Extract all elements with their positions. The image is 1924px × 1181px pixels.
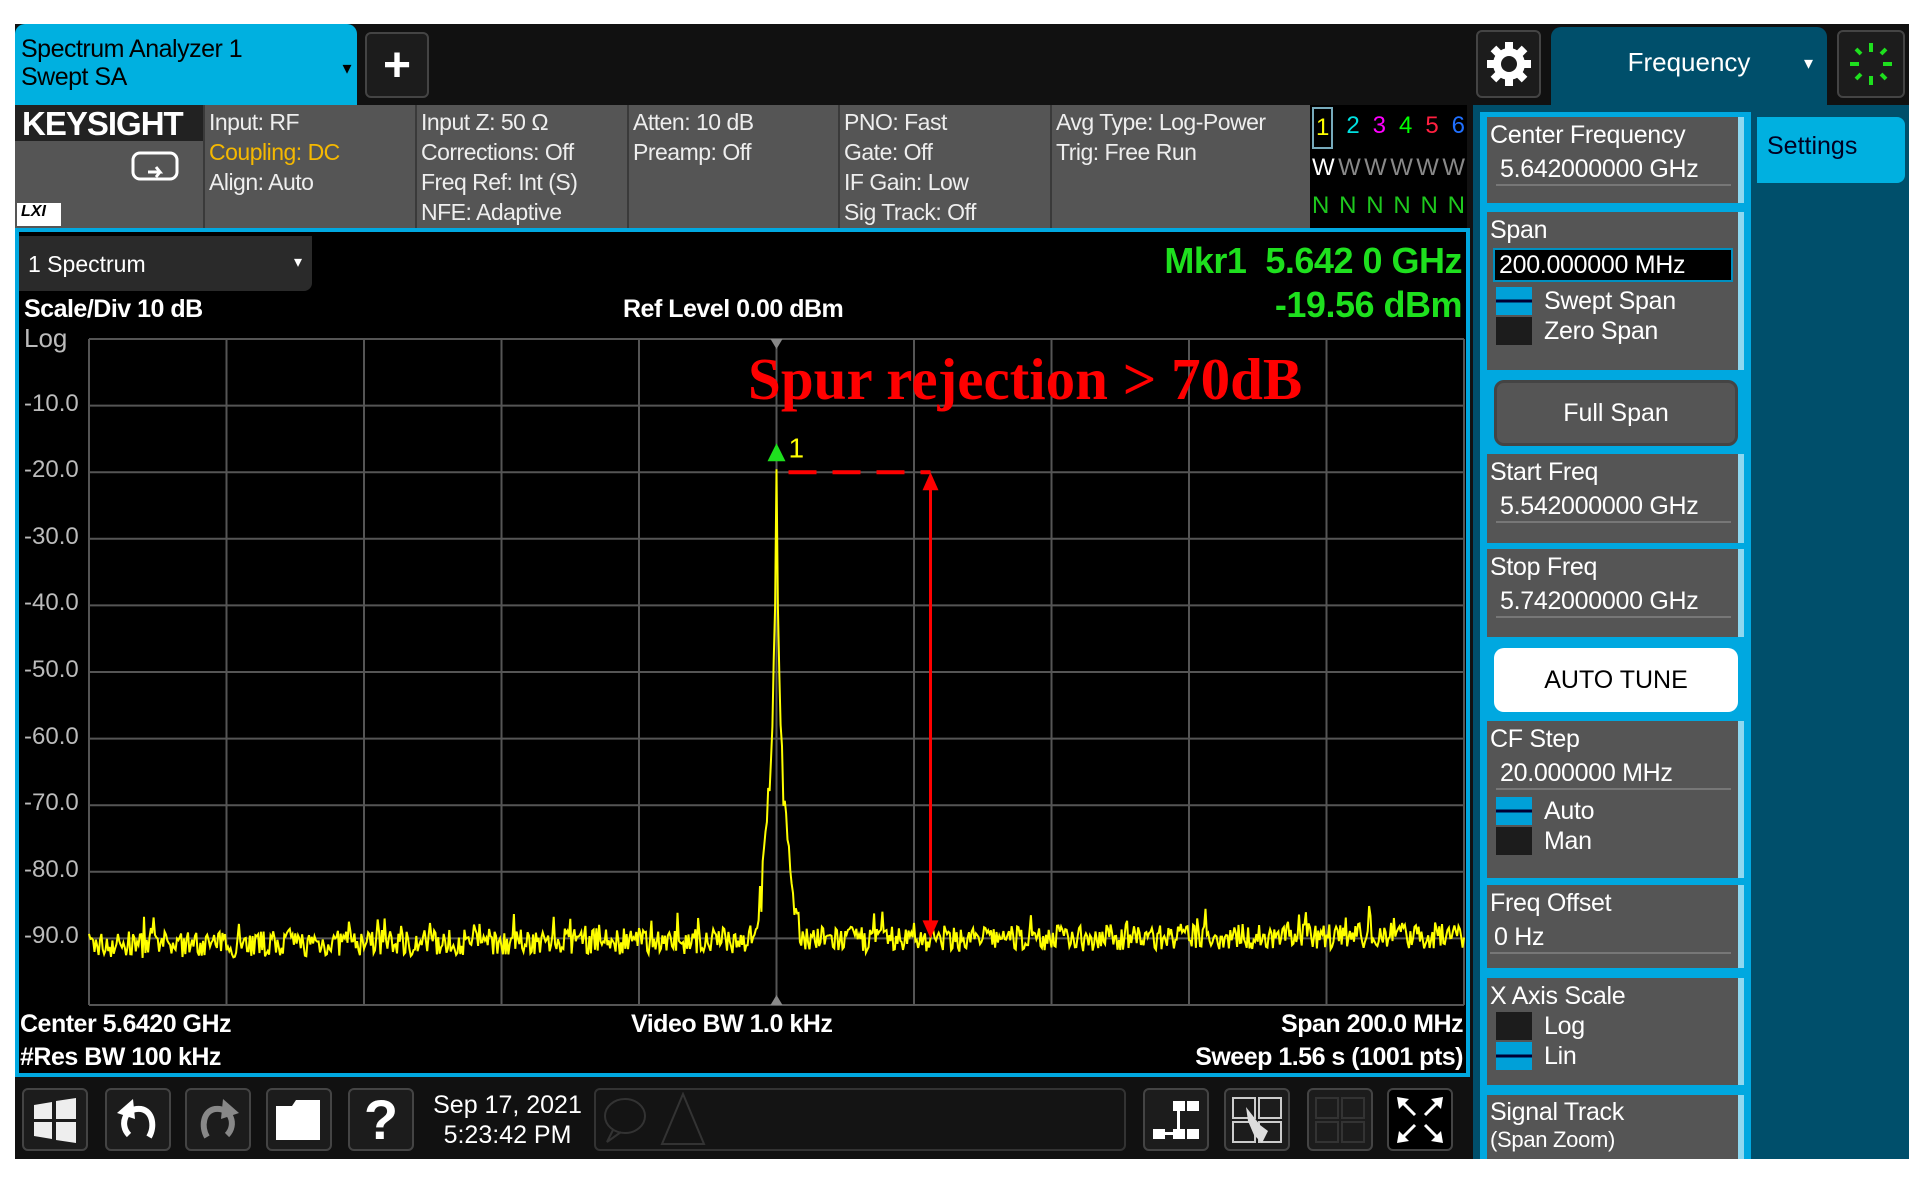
windows-button[interactable] <box>22 1088 88 1151</box>
center-freq-label: Center 5.6420 GHz <box>20 1010 232 1038</box>
help-button[interactable]: ? <box>348 1088 414 1151</box>
undo-button[interactable] <box>105 1088 171 1151</box>
stop-freq-value: 5.742000000 GHz <box>1496 586 1731 618</box>
expand-arrows-icon <box>1397 1096 1443 1143</box>
toggle-off-indicator <box>1496 1012 1532 1040</box>
date-text: Sep 17, 2021 <box>433 1091 582 1119</box>
x-axis-scale-softkey[interactable]: X Axis Scale Log Lin <box>1487 978 1744 1085</box>
x-scale-lin-option[interactable]: Lin <box>1544 1041 1577 1071</box>
softkey-label: Stop Freq <box>1490 553 1598 581</box>
full-screen-button[interactable] <box>1387 1088 1453 1151</box>
marker-1-triangle <box>767 443 786 462</box>
layout-button[interactable] <box>1143 1088 1209 1151</box>
message-area[interactable] <box>594 1088 1126 1151</box>
span-label: Span 200.0 MHz <box>1281 1010 1463 1038</box>
span-softkey[interactable]: Span 200.000000 MHz Swept Span Zero Span <box>1487 212 1744 370</box>
center-freq-marker-bottom <box>770 995 783 1005</box>
softkey-label: Freq Offset <box>1490 889 1612 917</box>
cf-step-value: 20.000000 MHz <box>1496 758 1731 790</box>
question-mark-icon: ? <box>363 1088 399 1151</box>
toggle-on-indicator <box>1496 1042 1532 1070</box>
swept-span-option[interactable]: Swept Span <box>1544 286 1676 316</box>
center-frequency-softkey[interactable]: Center Frequency 5.642000000 GHz <box>1487 117 1744 203</box>
cf-step-auto-option[interactable]: Auto <box>1544 796 1595 826</box>
settings-tab[interactable]: Settings <box>1757 117 1905 183</box>
redo-button[interactable] <box>185 1088 251 1151</box>
toggle-on-indicator <box>1496 287 1532 315</box>
cf-step-man-option[interactable]: Man <box>1544 826 1592 856</box>
multi-window-button[interactable] <box>1307 1088 1373 1151</box>
redo-icon <box>200 1098 239 1139</box>
message-bubble-icon <box>604 1098 646 1143</box>
center-frequency-value: 5.642000000 GHz <box>1496 154 1731 186</box>
auto-tune-button[interactable]: AUTO TUNE <box>1494 648 1738 712</box>
full-span-button[interactable]: Full Span <box>1494 380 1738 446</box>
start-freq-value: 5.542000000 GHz <box>1496 491 1731 523</box>
res-bw-label: #Res BW 100 kHz <box>20 1043 221 1071</box>
time-text: 5:23:42 PM <box>443 1121 572 1149</box>
softkey-label: Signal Track <box>1490 1098 1624 1126</box>
softkey-label: Center Frequency <box>1490 121 1686 149</box>
signal-track-softkey[interactable]: Signal Track (Span Zoom) <box>1487 1095 1744 1159</box>
x-scale-log-option[interactable]: Log <box>1544 1011 1585 1041</box>
freq-offset-value: 0 Hz <box>1490 922 1731 954</box>
softkey-sublabel: (Span Zoom) <box>1490 1127 1616 1152</box>
toggle-off-indicator <box>1496 827 1532 855</box>
layout-tree-icon <box>1153 1100 1199 1139</box>
touch-hand-icon <box>1232 1096 1282 1143</box>
softkey-label: Span <box>1490 216 1548 244</box>
file-button[interactable] <box>266 1088 332 1151</box>
freq-offset-softkey[interactable]: Freq Offset 0 Hz <box>1487 885 1744 968</box>
toggle-on-indicator <box>1496 797 1532 825</box>
window-grid-icon <box>1315 1096 1365 1143</box>
date-time: Sep 17, 2021 5:23:42 PM <box>425 1090 590 1150</box>
softkey-label: X Axis Scale <box>1490 982 1626 1010</box>
warning-triangle-icon <box>660 1092 706 1145</box>
marker-1-label: 1 <box>789 432 805 463</box>
toggle-off-indicator <box>1496 317 1532 345</box>
arrow-head-up-icon <box>922 472 939 491</box>
cf-step-softkey[interactable]: CF Step 20.000000 MHz Auto Man <box>1487 721 1744 878</box>
spur-rejection-annotation: Spur rejection > 70dB <box>748 346 1303 412</box>
span-input[interactable]: 200.000000 MHz <box>1493 248 1733 282</box>
sweep-label: Sweep 1.56 s (1001 pts) <box>1195 1043 1463 1071</box>
windows-icon <box>34 1097 76 1143</box>
start-freq-softkey[interactable]: Start Freq 5.542000000 GHz <box>1487 454 1744 543</box>
softkey-label: CF Step <box>1490 725 1580 753</box>
folder-icon <box>276 1099 320 1140</box>
video-bw-label: Video BW 1.0 kHz <box>631 1010 833 1038</box>
touch-mode-button[interactable] <box>1224 1088 1290 1151</box>
stop-freq-softkey[interactable]: Stop Freq 5.742000000 GHz <box>1487 549 1744 637</box>
undo-icon <box>117 1098 156 1139</box>
zero-span-option[interactable]: Zero Span <box>1544 316 1658 346</box>
softkey-label: Start Freq <box>1490 458 1599 486</box>
